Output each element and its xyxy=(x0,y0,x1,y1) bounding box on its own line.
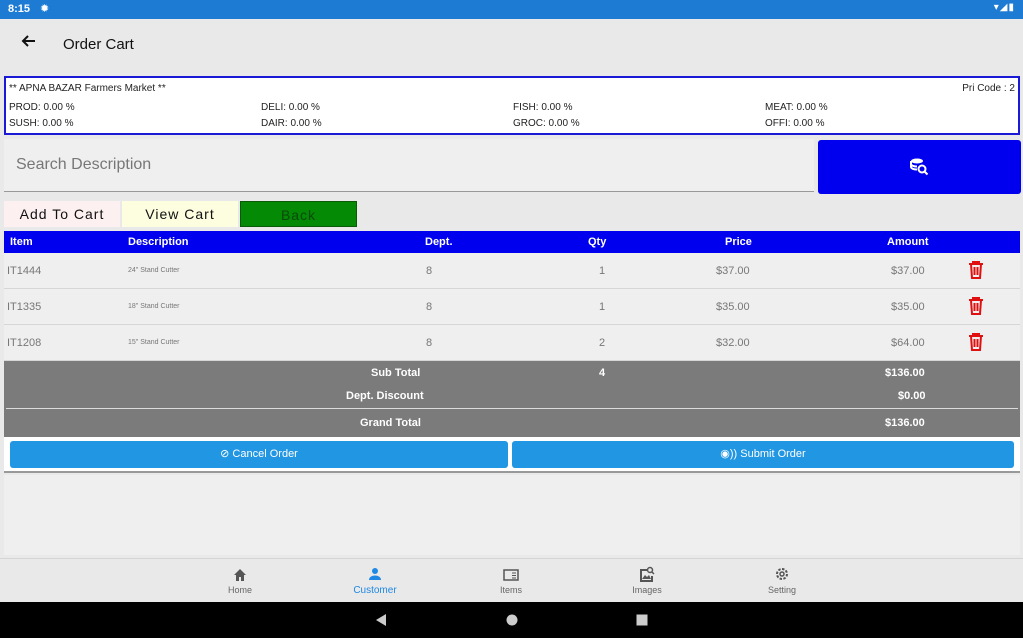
bottom-navigation: Home Customer Items Images Setting xyxy=(0,558,1023,602)
sub-total-value: $136.00 xyxy=(885,367,925,379)
status-time: 8:15 xyxy=(8,3,31,15)
store-name: ** APNA BAZAR Farmers Market ** xyxy=(9,83,166,94)
grand-total-label: Grand Total xyxy=(360,417,421,429)
dept-percent: GROC: 0.00 % xyxy=(513,118,580,129)
recents-square-icon[interactable] xyxy=(636,614,648,626)
column-header-dept: Dept. xyxy=(425,236,453,248)
nav-label: Items xyxy=(499,585,522,595)
row-description: 24" Stand Cutter xyxy=(128,267,180,274)
dept-percent: PROD: 0.00 % xyxy=(9,102,75,113)
row-price: $35.00 xyxy=(716,301,750,313)
order-actions: ⊘ Cancel Order ◉)) Submit Order xyxy=(4,437,1020,473)
back-triangle-icon[interactable] xyxy=(375,614,387,626)
home-icon xyxy=(195,563,285,585)
totals-panel: Sub Total 4 $136.00 Dept. Discount $0.00… xyxy=(4,361,1020,437)
dept-percent: OFFI: 0.00 % xyxy=(765,118,825,129)
table-header: Item Description Dept. Qty Price Amount xyxy=(4,231,1020,253)
nav-images[interactable]: Images xyxy=(602,563,692,595)
nav-label: Images xyxy=(632,585,662,595)
nav-home[interactable]: Home xyxy=(195,563,285,595)
gear-icon: ✹ xyxy=(40,3,50,15)
nav-customer[interactable]: Customer xyxy=(330,563,420,596)
grand-total-value: $136.00 xyxy=(885,417,925,429)
store-info-panel: ** APNA BAZAR Farmers Market ** Pri Code… xyxy=(4,76,1020,135)
trash-icon[interactable] xyxy=(968,333,984,351)
system-navigation-bar xyxy=(0,602,1023,638)
search-input[interactable] xyxy=(4,139,814,191)
cancel-order-button[interactable]: ⊘ Cancel Order xyxy=(10,441,508,468)
row-amount: $37.00 xyxy=(891,265,925,277)
discount-value: $0.00 xyxy=(898,390,926,402)
person-icon xyxy=(330,563,420,585)
nav-label: Customer xyxy=(353,585,397,596)
nav-label: Setting xyxy=(767,585,797,595)
column-header-description: Description xyxy=(128,236,189,248)
status-bar: 8:15 ✹ ▾◢▮ xyxy=(0,0,1023,19)
row-item: IT1335 xyxy=(7,301,42,313)
nav-items[interactable]: Items xyxy=(466,563,556,595)
submit-order-button[interactable]: ◉)) Submit Order xyxy=(512,441,1014,468)
database-search-icon xyxy=(910,158,929,176)
row-dept: 8 xyxy=(426,301,433,313)
search-field xyxy=(4,139,814,192)
column-header-price: Price xyxy=(725,236,752,248)
table-row[interactable]: IT1208 15" Stand Cutter 8 2 $32.00 $64.0… xyxy=(4,325,1020,361)
dept-percent: FISH: 0.00 % xyxy=(513,102,573,113)
row-item: IT1208 xyxy=(7,337,42,349)
column-header-item: Item xyxy=(10,236,33,248)
page-title: Order Cart xyxy=(63,36,134,53)
add-to-cart-button[interactable]: Add To Cart xyxy=(4,201,120,227)
table-row[interactable]: IT1335 18" Stand Cutter 8 1 $35.00 $35.0… xyxy=(4,289,1020,325)
price-code: Pri Code : 2 xyxy=(962,83,1015,94)
table-row[interactable]: IT1444 24" Stand Cutter 8 1 $37.00 $37.0… xyxy=(4,253,1020,289)
sub-total-qty: 4 xyxy=(599,367,606,379)
status-icons: ▾◢▮ xyxy=(993,2,1015,13)
gear-icon xyxy=(737,563,827,585)
dept-percent: DELI: 0.00 % xyxy=(261,102,320,113)
folder-icon xyxy=(466,563,556,585)
row-item: IT1444 xyxy=(7,265,42,277)
back-button[interactable]: Back xyxy=(240,201,357,227)
dept-percent: MEAT: 0.00 % xyxy=(765,102,828,113)
dept-percent: SUSH: 0.00 % xyxy=(9,118,74,129)
row-price: $37.00 xyxy=(716,265,750,277)
nav-setting[interactable]: Setting xyxy=(737,563,827,595)
row-description: 15" Stand Cutter xyxy=(128,339,180,346)
row-dept: 8 xyxy=(426,337,433,349)
arrow-left-icon[interactable] xyxy=(16,31,40,55)
sub-total-label: Sub Total xyxy=(371,367,421,379)
row-qty: 1 xyxy=(599,265,606,277)
column-header-amount: Amount xyxy=(887,236,929,248)
trash-icon[interactable] xyxy=(968,297,984,315)
row-qty: 1 xyxy=(599,301,606,313)
row-description: 18" Stand Cutter xyxy=(128,303,180,310)
row-amount: $64.00 xyxy=(891,337,925,349)
home-circle-icon[interactable] xyxy=(506,614,518,626)
row-qty: 2 xyxy=(599,337,606,349)
divider xyxy=(6,408,1018,409)
row-price: $32.00 xyxy=(716,337,750,349)
row-amount: $35.00 xyxy=(891,301,925,313)
app-bar: Order Cart xyxy=(0,19,1023,71)
discount-label: Dept. Discount xyxy=(346,390,424,402)
row-dept: 8 xyxy=(426,265,433,277)
image-search-icon xyxy=(602,563,692,585)
dept-percent: DAIR: 0.00 % xyxy=(261,118,322,129)
empty-area xyxy=(4,475,1020,555)
trash-icon[interactable] xyxy=(968,261,984,279)
view-cart-button[interactable]: View Cart xyxy=(122,201,238,227)
search-button[interactable] xyxy=(818,140,1021,194)
nav-label: Home xyxy=(227,585,252,595)
column-header-qty: Qty xyxy=(588,236,607,248)
